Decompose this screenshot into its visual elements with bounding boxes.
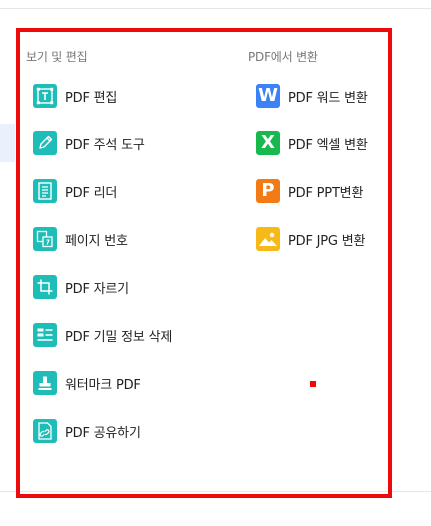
menu-item-pdf-to-jpg[interactable]: PDF JPG 변환 (256, 227, 365, 251)
menu-item-label: PDF 워드 변환 (288, 90, 368, 106)
menu-item-pdf-to-ppt[interactable]: P PDF PPT변환 (256, 179, 363, 203)
menu-item-label: 페이지 번호 (65, 233, 128, 249)
menu-item-label: PDF 엑셀 변환 (288, 137, 368, 153)
menu-item-pdf-reader[interactable]: PDF 리더 (33, 179, 117, 203)
stamp-icon (33, 371, 57, 395)
menu-item-label: PDF 자르기 (65, 281, 129, 297)
powerpoint-icon: P (256, 179, 280, 203)
menu-item-page-number[interactable]: 페이지 번호 (33, 227, 128, 251)
menu-item-pdf-to-excel[interactable]: X PDF 엑셀 변환 (256, 131, 368, 155)
menu-item-label: PDF 기밀 정보 삭제 (65, 329, 173, 345)
excel-icon: X (256, 131, 280, 155)
menu-item-pdf-share[interactable]: PDF 공유하기 (33, 419, 141, 443)
menu-item-label: PDF 주석 도구 (65, 137, 145, 153)
menu-item-watermark[interactable]: 워터마크 PDF (33, 371, 141, 395)
redact-icon (33, 323, 57, 347)
menu-item-label: PDF 공유하기 (65, 425, 141, 441)
menu-item-label: PDF 편집 (65, 90, 118, 106)
menu-item-pdf-edit[interactable]: PDF 편집 (33, 84, 117, 108)
image-icon (256, 227, 280, 251)
share-link-icon (33, 419, 57, 443)
top-divider (0, 8, 431, 9)
menu-item-pdf-redact[interactable]: PDF 기밀 정보 삭제 (33, 323, 172, 347)
view-edit-heading: 보기 및 편집 (26, 50, 88, 64)
menu-item-pdf-to-word[interactable]: W PDF 워드 변환 (256, 84, 368, 108)
pencil-icon (33, 131, 57, 155)
crop-icon (33, 275, 57, 299)
edit-text-icon (33, 84, 57, 108)
menu-item-label: PDF JPG 변환 (288, 233, 366, 249)
menu-item-label: PDF PPT변환 (288, 185, 364, 201)
red-marker-dot (310, 381, 316, 387)
word-icon: W (256, 84, 280, 108)
menu-item-pdf-annotate[interactable]: PDF 주석 도구 (33, 131, 145, 155)
sidebar-selected-indicator (0, 124, 15, 162)
menu-item-label: PDF 리더 (65, 185, 118, 201)
menu-item-label: 워터마크 PDF (65, 377, 141, 393)
document-icon (33, 179, 57, 203)
page-number-icon (33, 227, 57, 251)
convert-from-pdf-heading: PDF에서 변환 (248, 50, 318, 64)
menu-item-pdf-crop[interactable]: PDF 자르기 (33, 275, 129, 299)
